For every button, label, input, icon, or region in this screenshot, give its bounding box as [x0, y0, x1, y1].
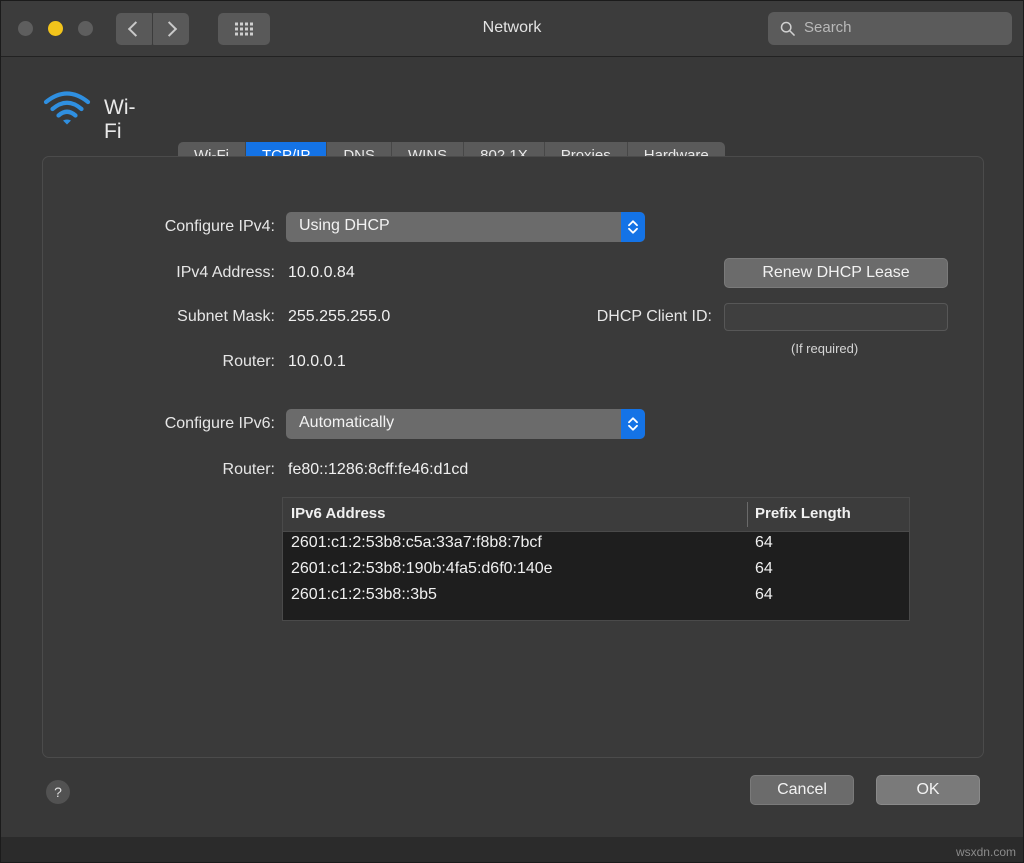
ok-button[interactable]: OK: [876, 775, 980, 805]
table-row[interactable]: 2601:c1:2:53b8:190b:4fa5:d6f0:140e 64: [283, 558, 909, 584]
dhcp-client-id-hint: (If required): [791, 341, 859, 356]
dhcp-client-id-input[interactable]: [724, 303, 948, 331]
configure-ipv6-label: Configure IPv6:: [164, 415, 275, 432]
ipv6-router-value: fe80::1286:8cff:fe46:d1cd: [288, 461, 469, 478]
tcpip-settings-panel: [42, 156, 984, 758]
search-icon: [780, 21, 795, 36]
dhcp-client-id-label: DHCP Client ID:: [596, 308, 712, 325]
help-button[interactable]: ?: [46, 780, 70, 804]
table-row[interactable]: 2601:c1:2:53b8:c5a:33a7:f8b8:7bcf 64: [283, 532, 909, 558]
cancel-button[interactable]: Cancel: [750, 775, 854, 805]
subnet-mask-value: 255.255.255.0: [288, 308, 391, 325]
cell-ipv6-address: 2601:c1:2:53b8::3b5: [291, 586, 437, 603]
cell-prefix-length: 64: [755, 534, 773, 551]
ipv6-router-label: Router:: [222, 461, 275, 478]
cell-prefix-length: 64: [755, 586, 773, 603]
cell-ipv6-address: 2601:c1:2:53b8:190b:4fa5:d6f0:140e: [291, 560, 553, 577]
cell-prefix-length: 64: [755, 560, 773, 577]
window-titlebar: Network Search: [0, 0, 1024, 57]
chevron-updown-icon: [621, 409, 645, 439]
column-divider: [747, 502, 748, 527]
bottom-strip: [0, 837, 1024, 863]
column-header-ipv6-address[interactable]: IPv6 Address: [291, 505, 386, 522]
configure-ipv4-select[interactable]: Using DHCP: [286, 212, 645, 242]
ipv4-router-label: Router:: [222, 353, 275, 370]
configure-ipv4-value: Using DHCP: [299, 217, 390, 234]
subnet-mask-label: Subnet Mask:: [177, 308, 275, 325]
chevron-updown-icon: [621, 212, 645, 242]
configure-ipv6-select[interactable]: Automatically: [286, 409, 645, 439]
ipv4-address-label: IPv4 Address:: [176, 264, 275, 281]
search-input[interactable]: Search: [768, 12, 1012, 45]
ipv4-address-value: 10.0.0.84: [288, 264, 355, 281]
renew-dhcp-lease-button[interactable]: Renew DHCP Lease: [724, 258, 948, 288]
network-preferences-window: Network Search Wi-Fi Wi-Fi TCP/IP DNS WI…: [0, 0, 1024, 863]
configure-ipv6-value: Automatically: [299, 414, 395, 431]
watermark: wsxdn.com: [955, 845, 1016, 859]
configure-ipv4-label: Configure IPv4:: [164, 218, 275, 235]
table-row[interactable]: 2601:c1:2:53b8::3b5 64: [283, 584, 909, 610]
wifi-icon: [43, 91, 91, 125]
search-placeholder: Search: [804, 19, 852, 36]
cell-ipv6-address: 2601:c1:2:53b8:c5a:33a7:f8b8:7bcf: [291, 534, 542, 551]
ipv6-address-table[interactable]: IPv6 Address Prefix Length 2601:c1:2:53b…: [282, 497, 910, 621]
table-header-row: IPv6 Address Prefix Length: [283, 498, 909, 532]
ipv4-router-value: 10.0.0.1: [288, 353, 346, 370]
column-header-prefix-length[interactable]: Prefix Length: [755, 505, 851, 522]
service-name: Wi-Fi: [104, 96, 136, 143]
